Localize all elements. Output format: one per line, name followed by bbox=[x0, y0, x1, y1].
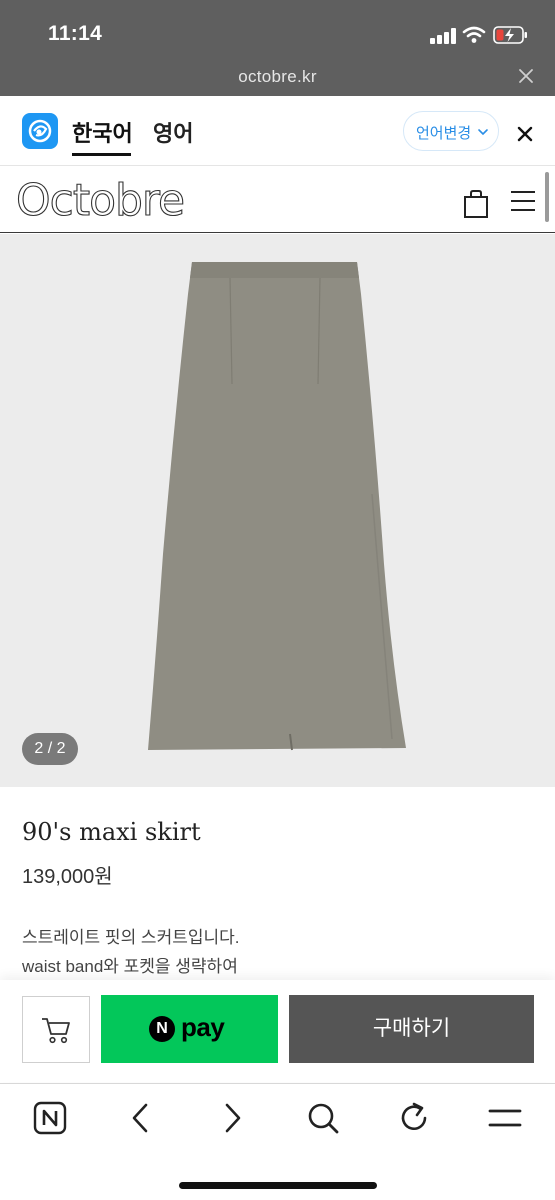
forward-icon[interactable] bbox=[214, 1100, 250, 1136]
product-description-line: waist band와 포켓을 생략하여 bbox=[22, 957, 238, 976]
site-header: Octobre bbox=[0, 167, 555, 233]
change-language-label: 언어변경 bbox=[416, 125, 472, 142]
product-name: 90's maxi skirt bbox=[22, 818, 201, 846]
product-image[interactable]: 2 / 2 bbox=[0, 234, 555, 787]
search-icon[interactable] bbox=[305, 1100, 341, 1136]
browser-toolbar bbox=[0, 1083, 555, 1200]
wifi-icon bbox=[462, 26, 486, 43]
close-icon[interactable] bbox=[515, 124, 535, 144]
menu-icon[interactable] bbox=[487, 1100, 523, 1136]
back-icon[interactable] bbox=[123, 1100, 159, 1136]
browser-top-bar: 11:14 octobre.kr bbox=[0, 0, 555, 96]
tab-korean[interactable]: 한국어 bbox=[72, 116, 133, 148]
skirt-photo bbox=[148, 262, 406, 751]
naver-pay-badge: N bbox=[149, 1016, 175, 1042]
svg-text:Octobre: Octobre bbox=[16, 177, 184, 223]
purchase-bar: N pay 구매하기 bbox=[0, 980, 555, 1082]
change-language-button[interactable]: 언어변경 bbox=[403, 111, 499, 151]
product-price: 139,000원 bbox=[22, 866, 113, 888]
naver-pay-label: pay bbox=[181, 1012, 225, 1042]
close-icon[interactable] bbox=[517, 67, 535, 85]
cellular-signal-icon bbox=[430, 28, 456, 44]
translate-bar: 한국어 영어 언어변경 bbox=[0, 96, 555, 166]
add-to-cart-button[interactable] bbox=[22, 996, 90, 1063]
tab-english[interactable]: 영어 bbox=[153, 116, 193, 148]
hamburger-menu-icon[interactable] bbox=[510, 190, 536, 212]
buy-now-button[interactable]: 구매하기 bbox=[289, 995, 534, 1063]
naver-pay-button[interactable]: N pay bbox=[101, 995, 278, 1063]
shopping-bag-icon[interactable] bbox=[463, 189, 489, 219]
papago-icon bbox=[22, 113, 58, 149]
scroll-indicator bbox=[545, 172, 549, 222]
site-logo[interactable]: Octobre bbox=[16, 177, 186, 223]
product-description-line: 스트레이트 핏의 스커트입니다. bbox=[22, 928, 240, 947]
naver-home-icon[interactable] bbox=[32, 1100, 68, 1136]
battery-icon bbox=[493, 26, 527, 44]
chevron-down-icon bbox=[478, 129, 488, 136]
status-time: 11:14 bbox=[48, 22, 103, 45]
slide-counter: 2 / 2 bbox=[22, 733, 78, 765]
home-indicator bbox=[179, 1182, 377, 1189]
cart-icon bbox=[42, 1018, 70, 1044]
active-tab-underline bbox=[72, 153, 131, 156]
browser-url[interactable]: octobre.kr bbox=[0, 67, 555, 87]
refresh-icon[interactable] bbox=[396, 1100, 432, 1136]
